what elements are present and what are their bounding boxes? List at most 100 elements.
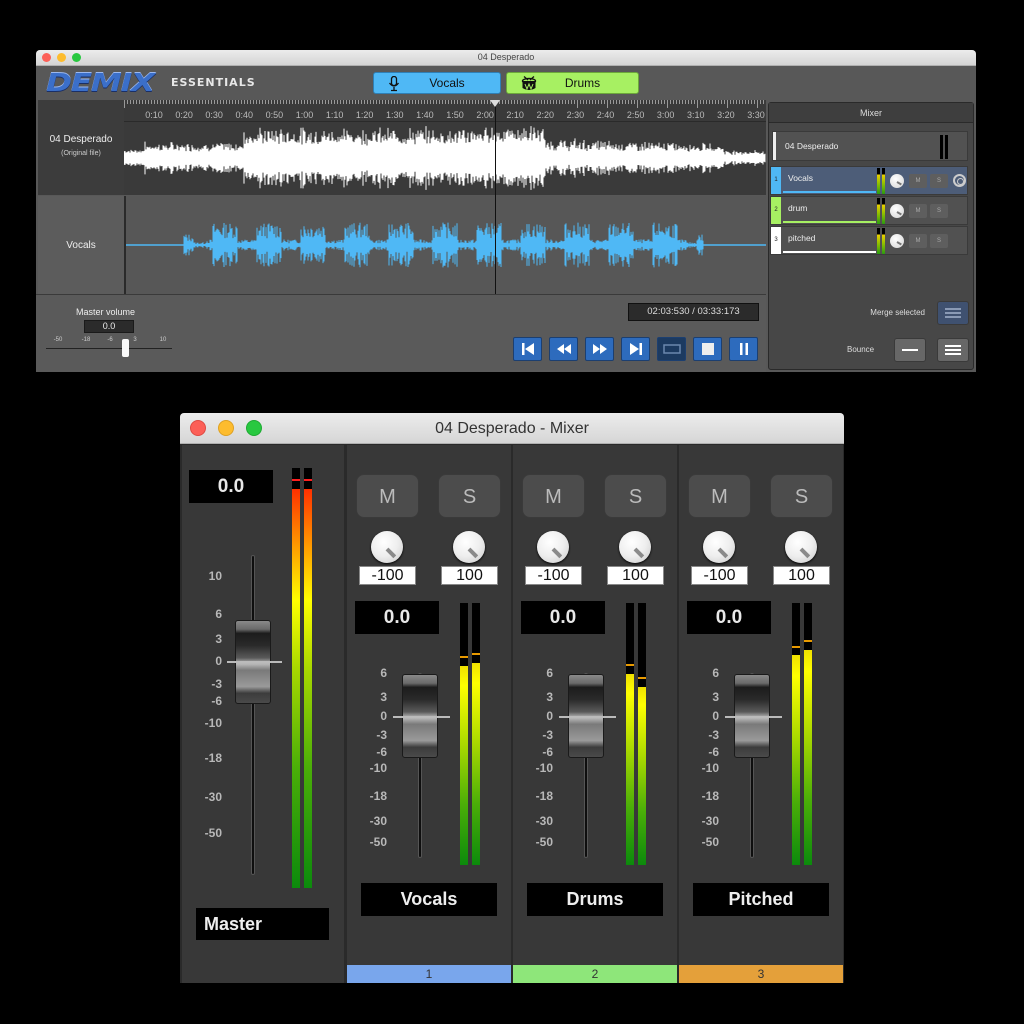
timeline-tick-label: 1:40: [416, 110, 434, 120]
timeline-tick: [367, 100, 368, 104]
master-volume-value[interactable]: 0.0: [84, 320, 134, 333]
channel-scale-label: -3: [542, 728, 553, 742]
pause-button[interactable]: [729, 337, 758, 361]
solo-button[interactable]: S: [604, 474, 667, 518]
master-volume-slider-track[interactable]: [46, 348, 172, 349]
mixer-original-row[interactable]: 04 Desperado: [772, 131, 968, 161]
pan-right-value[interactable]: 100: [441, 566, 498, 585]
timeline-tick: [184, 100, 185, 104]
pan-right-knob[interactable]: [785, 531, 817, 563]
bounce-separate-button[interactable]: [937, 338, 969, 362]
timeline-tick: [217, 100, 218, 104]
waveform-original[interactable]: [123, 122, 766, 195]
channel-value-display[interactable]: 0.0: [355, 601, 439, 634]
meter-peak-marker: [460, 656, 468, 659]
solo-button[interactable]: S: [930, 204, 948, 218]
pan-left-knob[interactable]: [371, 531, 403, 563]
mute-button[interactable]: M: [522, 474, 585, 518]
merge-selected-button[interactable]: [937, 301, 969, 325]
timeline-tick: [577, 100, 578, 108]
track-header-vocals[interactable]: Vocals: [38, 196, 124, 294]
stem-button-drums[interactable]: Drums: [506, 72, 639, 94]
timeline-tick: [181, 100, 182, 104]
master-value-display[interactable]: 0.0: [189, 470, 273, 503]
pan-knob[interactable]: [890, 204, 904, 218]
playhead[interactable]: [495, 100, 496, 294]
master-volume-slider-thumb[interactable]: [122, 339, 129, 357]
timeline-tick: [190, 100, 191, 104]
timeline-tick: [142, 100, 143, 104]
master-scale-label: -30: [204, 790, 222, 804]
rewind-button[interactable]: [549, 337, 578, 361]
timeline-tick: [124, 100, 125, 108]
solo-button[interactable]: S: [770, 474, 833, 518]
master-scale-label: 0: [215, 654, 222, 668]
bounce-single-button[interactable]: [894, 338, 926, 362]
timeline-tick-label: 0:40: [235, 110, 254, 120]
mixer-row-pitched[interactable]: 3 pitched M S: [770, 226, 968, 255]
solo-button[interactable]: S: [438, 474, 501, 518]
loop-button[interactable]: [657, 337, 686, 361]
channel-zero-line: [725, 716, 782, 718]
timeline-tick: [565, 100, 566, 104]
pan-right-value[interactable]: 100: [773, 566, 830, 585]
timeline-tick: [328, 100, 329, 104]
pan-knob[interactable]: [890, 174, 904, 188]
mixer-row-drum[interactable]: 2 drum M S: [770, 196, 968, 225]
master-fader-slot[interactable]: [251, 555, 255, 875]
stem-button-vocals[interactable]: Vocals: [373, 72, 501, 94]
pan-left-knob[interactable]: [537, 531, 569, 563]
fast-forward-button[interactable]: [585, 337, 614, 361]
timeline-tick: [316, 100, 317, 104]
mute-button[interactable]: M: [909, 174, 927, 188]
channel-number-bar[interactable]: 2: [513, 965, 677, 983]
track-header-original[interactable]: 04 Desperado (Original file): [38, 100, 124, 195]
channel-scale-label: 0: [712, 709, 719, 723]
pan-left-knob[interactable]: [703, 531, 735, 563]
pan-right-knob[interactable]: [619, 531, 651, 563]
pan-right-knob[interactable]: [453, 531, 485, 563]
target-icon[interactable]: [953, 174, 966, 187]
mixer-row-vocals[interactable]: 1 Vocals M S: [770, 166, 968, 195]
timeline-tick: [697, 100, 698, 108]
skip-to-start-button[interactable]: [513, 337, 542, 361]
timeline-tick: [241, 100, 242, 104]
timeline-tick: [448, 100, 449, 104]
skip-to-end-button[interactable]: [621, 337, 650, 361]
timeline-tick: [436, 100, 437, 104]
track-title: 04 Desperado: [49, 134, 113, 145]
playhead-marker-icon[interactable]: [490, 100, 500, 107]
timeline-tick: [454, 100, 455, 104]
timeline-ruler[interactable]: 0:10 0:20 0:30 0:40 0:50 1:00 1:10 1:20 1:30 1:40…: [124, 100, 766, 122]
timeline-tick-label: 2:40: [596, 110, 615, 120]
pan-right-value[interactable]: 100: [607, 566, 664, 585]
timeline-tick: [763, 100, 764, 104]
mute-button[interactable]: M: [909, 234, 927, 248]
merge-icon: [945, 308, 961, 318]
pan-left-value[interactable]: -100: [691, 566, 748, 585]
timeline-tick: [235, 100, 236, 104]
master-scale-label: 10: [208, 569, 222, 583]
channel-number-bar[interactable]: 1: [347, 965, 511, 983]
mute-button[interactable]: M: [909, 204, 927, 218]
channel-number-bar[interactable]: 3: [679, 965, 843, 983]
solo-button[interactable]: S: [930, 174, 948, 188]
solo-button[interactable]: S: [930, 234, 948, 248]
mute-button[interactable]: M: [688, 474, 751, 518]
stop-button[interactable]: [693, 337, 722, 361]
master-scale-label: -3: [211, 677, 222, 691]
timeline-tick: [535, 100, 536, 104]
timeline-tick: [310, 100, 311, 104]
timeline-tick: [457, 100, 458, 104]
channel-value-display[interactable]: 0.0: [687, 601, 771, 634]
timeline-tick: [295, 100, 296, 104]
channel-name: Drums: [527, 883, 663, 916]
mute-button[interactable]: M: [356, 474, 419, 518]
channel-value-display[interactable]: 0.0: [521, 601, 605, 634]
timeline-tick: [736, 100, 737, 104]
pan-left-value[interactable]: -100: [359, 566, 416, 585]
waveform-vocals[interactable]: [124, 196, 766, 294]
timeline-tick: [691, 100, 692, 104]
pan-left-value[interactable]: -100: [525, 566, 582, 585]
pan-knob[interactable]: [890, 234, 904, 248]
